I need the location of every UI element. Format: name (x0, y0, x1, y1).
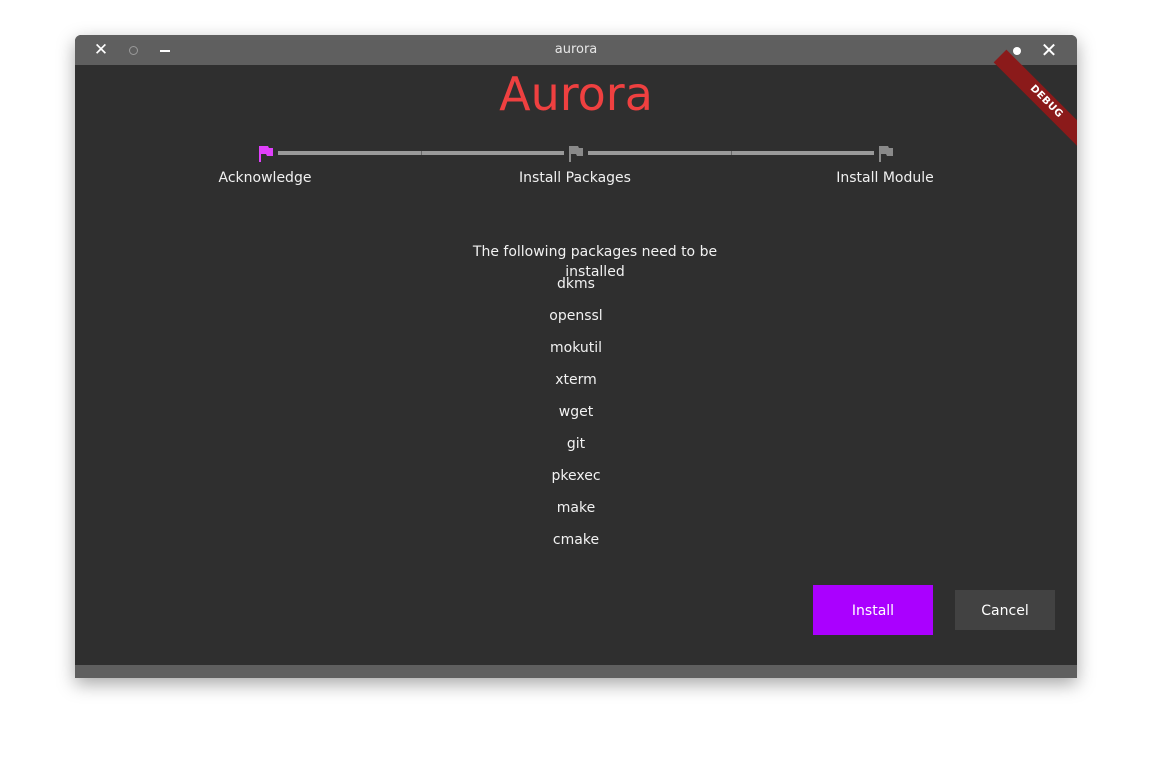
list-item: wget (558, 404, 594, 420)
step-label-acknowledge[interactable]: Acknowledge (175, 170, 355, 186)
app-title: Aurora (499, 67, 653, 121)
step-label-install-module[interactable]: Install Module (795, 170, 975, 186)
window-title: aurora (554, 42, 598, 57)
step-acknowledge-flag-icon (258, 145, 274, 163)
title-bar[interactable]: ✕ aurora ✕ (75, 35, 1077, 65)
step-install-packages-flag-icon (568, 145, 584, 163)
step-label-install-packages[interactable]: Install Packages (485, 170, 665, 186)
list-item: mokutil (549, 340, 603, 356)
list-item: git (566, 436, 586, 452)
install-button[interactable]: Install (813, 585, 933, 635)
stepper: Acknowledge Install Packages Install Mod… (75, 140, 1077, 200)
window-bottom-bar (75, 665, 1077, 678)
cancel-button[interactable]: Cancel (955, 590, 1055, 630)
list-item: cmake (552, 532, 600, 548)
list-item: openssl (549, 308, 603, 324)
app-window: ✕ aurora ✕ DEBUG Aurora Acknowledge Inst… (75, 35, 1077, 678)
package-list: dkms openssl mokutil xterm wget git pkex… (75, 274, 1077, 562)
list-item: make (556, 500, 596, 516)
step-connector-1 (278, 151, 564, 155)
dot-icon (1013, 46, 1021, 55)
list-item: xterm (555, 372, 597, 388)
close-window-button[interactable]: ✕ (1039, 40, 1059, 60)
list-item: pkexec (551, 468, 601, 484)
list-item: dkms (557, 276, 595, 292)
step-install-module-flag-icon (878, 145, 894, 163)
step-connector-2 (588, 151, 874, 155)
